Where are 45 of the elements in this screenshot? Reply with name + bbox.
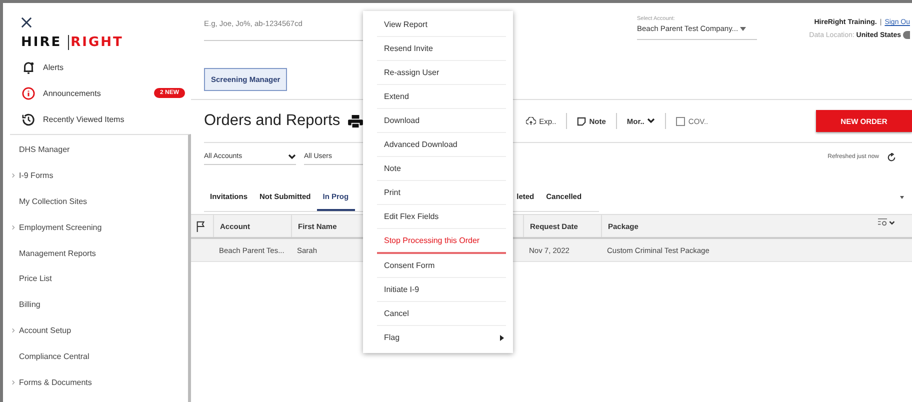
menu-item[interactable]: Extend — [377, 85, 506, 109]
nav-item[interactable]: Forms & Documents — [19, 378, 92, 387]
menu-item[interactable]: Edit Flex Fields — [377, 205, 506, 229]
menu-item[interactable]: View Report — [377, 13, 506, 37]
nav-item[interactable]: Compliance Central — [19, 352, 90, 361]
history-icon — [22, 112, 35, 126]
menu-item[interactable]: Resend Invite — [377, 37, 506, 61]
menu-item[interactable]: Flag — [377, 326, 506, 349]
nav-item[interactable]: Employment Screening — [19, 222, 102, 232]
checkbox[interactable] — [676, 116, 686, 126]
printer-icon[interactable] — [348, 114, 364, 128]
caret-icon[interactable] — [900, 196, 904, 198]
sidebar-link[interactable]: Announcements — [43, 88, 146, 98]
bell-icon — [22, 60, 35, 74]
info-icon — [22, 86, 35, 100]
nav-item[interactable]: I-9 Forms — [19, 171, 54, 180]
logo: HIRE RIGHT — [21, 35, 124, 51]
menu-item[interactable]: Advanced Download — [377, 133, 506, 157]
nav-item[interactable]: My Collection Sites — [19, 196, 88, 206]
menu-item[interactable]: Initiate I-9 — [377, 278, 506, 302]
menu-item[interactable]: Cancel — [377, 302, 506, 326]
page-title: Orders and Reports — [204, 112, 340, 130]
menu-item[interactable]: Print — [377, 181, 506, 205]
menu-item[interactable]: Re-assign User — [377, 61, 506, 85]
column-settings-icon[interactable] — [878, 218, 896, 227]
submenu-arrow-icon — [500, 334, 504, 340]
menu-item[interactable]: Consent Form — [377, 254, 506, 278]
nav-item[interactable]: DHS Manager — [19, 145, 70, 154]
note-icon — [577, 116, 586, 126]
cloud-upload-icon — [526, 116, 536, 126]
menu-item[interactable]: Note — [377, 157, 506, 181]
nav-item[interactable]: Price List — [19, 274, 52, 284]
refresh-icon[interactable] — [887, 152, 896, 162]
dropdown-arrow-icon — [740, 27, 746, 31]
sidebar-link[interactable]: Alerts — [43, 62, 185, 72]
menu-item[interactable]: Download — [377, 109, 506, 133]
chevron-down-icon — [288, 154, 296, 160]
sidebar-link[interactable]: Recently Viewed Items — [43, 114, 185, 124]
nav-item[interactable]: Billing — [19, 300, 40, 310]
nav-item[interactable]: Management Reports — [19, 248, 96, 258]
menu-item[interactable]: Stop Processing this Order — [377, 229, 506, 254]
nav-item[interactable]: Account Setup — [19, 326, 72, 335]
chevron-down-icon — [647, 118, 656, 124]
flag-icon[interactable] — [196, 220, 206, 232]
close-icon[interactable] — [21, 17, 32, 28]
